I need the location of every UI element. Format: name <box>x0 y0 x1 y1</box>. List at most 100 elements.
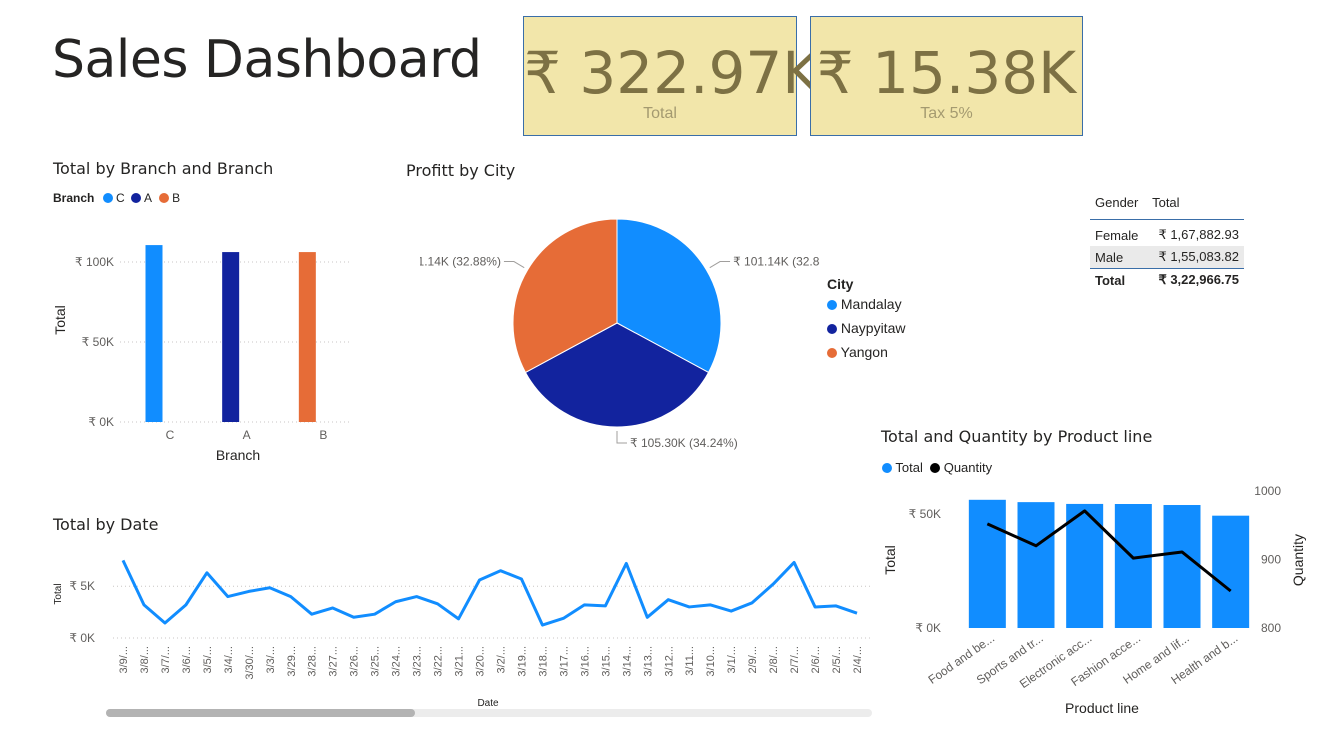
y-tick-label: ₹ 0K <box>915 621 941 635</box>
y-tick-label: ₹ 0K <box>88 415 114 429</box>
x-tick-label: B <box>319 428 327 442</box>
kpi-card-tax[interactable]: ₹ 15.38K Tax 5% <box>810 16 1083 136</box>
city-legend: City Mandalay Naypyitaw Yangon <box>827 276 905 360</box>
x-tick-label: 3/3/... <box>265 646 277 674</box>
legend-item-naypyitaw[interactable]: Naypyitaw <box>827 320 905 336</box>
branch-bar-chart: ₹ 0K ₹ 50K ₹ 100K C A B Branch Total <box>52 245 350 463</box>
x-tick-label: C <box>166 428 175 442</box>
y-axis-label: Total <box>882 545 898 575</box>
x-tick-label: 3/22... <box>433 646 445 677</box>
legend-item-yangon[interactable]: Yangon <box>827 344 905 360</box>
kpi-card-total[interactable]: ₹ 322.97K Total <box>523 16 820 136</box>
branch-chart-title: Total by Branch and Branch <box>53 159 274 178</box>
legend-item-mandalay[interactable]: Mandalay <box>827 296 905 312</box>
legend-dot-icon <box>131 193 142 203</box>
x-tick-label: A <box>243 428 251 442</box>
legend-dot-icon <box>827 300 837 310</box>
legend-item-total[interactable]: Total <box>882 460 923 475</box>
x-tick-label: 3/12... <box>663 646 675 677</box>
x-tick-label: 3/9/... <box>118 646 130 674</box>
kpi-value: ₹ 15.38K <box>816 39 1077 107</box>
total-cell: ₹ 1,55,083.82 <box>1158 249 1239 264</box>
x-tick-label: 3/15... <box>600 646 612 677</box>
y-axis-label: Total <box>52 305 68 335</box>
gender-cell: Male <box>1095 249 1124 265</box>
pie-leader-line <box>616 431 627 444</box>
x-tick-label: 3/2/... <box>495 646 507 674</box>
date-chart-title: Total by Date <box>53 515 159 534</box>
bar <box>1163 505 1201 628</box>
x-tick-label: 3/24... <box>391 646 403 677</box>
legend-dot-icon <box>102 193 113 203</box>
y-right-tick-label: 900 <box>1261 553 1281 567</box>
column-header-total[interactable]: Total <box>1147 192 1244 220</box>
x-tick-label: 2/4/... <box>852 646 864 674</box>
legend-item-quantity[interactable]: Quantity <box>930 460 992 475</box>
branch-legend: Branch C A B <box>53 191 180 205</box>
pie-data-label: ₹ 101.14K (32.88%) <box>420 255 501 269</box>
series-line <box>121 559 858 627</box>
gender-table: Gender Total Female ₹ 1,67,882.93 Male ₹… <box>1090 192 1244 291</box>
date-chart-scrollbar[interactable] <box>106 709 872 717</box>
x-tick-label: 3/29... <box>286 646 298 677</box>
grand-total-value: ₹ 3,22,966.75 <box>1158 272 1239 287</box>
pie-data-label: ₹ 101.14K (32.88%) <box>733 255 820 269</box>
legend-item-c[interactable]: C <box>102 191 125 205</box>
table-row[interactable]: Male ₹ 1,55,083.82 <box>1090 246 1244 269</box>
bar <box>1017 502 1055 628</box>
x-tick-label: 2/5/... <box>831 646 843 674</box>
y-right-axis-label: Quantity <box>1290 534 1306 586</box>
x-tick-label: 3/27... <box>328 646 340 677</box>
y-tick-label: ₹ 50K <box>909 507 941 521</box>
bar <box>298 252 316 422</box>
date-line-chart: ₹ 0K ₹ 5K 3/9/... 3/8/... 3/7/... 3/6/... 3/5/… <box>53 559 872 709</box>
x-tick-label: 3/19... <box>516 646 528 677</box>
bar <box>145 245 163 422</box>
y-axis-label: Total <box>53 583 64 604</box>
total-cell: ₹ 1,67,882.93 <box>1158 227 1239 242</box>
legend-dot-icon <box>158 193 169 203</box>
x-tick-label: 3/8/... <box>139 646 151 674</box>
pie-data-label: ₹ 105.30K (34.24%) <box>630 436 738 450</box>
bar <box>1114 504 1152 628</box>
x-tick-label: 3/10... <box>705 646 717 677</box>
y-tick-label: ₹ 5K <box>69 579 95 593</box>
table-row[interactable]: Female ₹ 1,67,882.93 <box>1090 220 1244 247</box>
branch-legend-title: Branch <box>53 191 95 205</box>
bar <box>968 499 1006 628</box>
product-legend: Total Quantity <box>882 460 992 475</box>
y-tick-label: ₹ 50K <box>82 335 114 349</box>
legend-item-a[interactable]: A <box>131 191 152 205</box>
y-tick-label: ₹ 0K <box>69 631 95 645</box>
x-tick-label: 3/6/... <box>181 646 193 674</box>
legend-dot-icon <box>882 463 892 473</box>
x-tick-label: 3/7/... <box>160 646 172 674</box>
x-tick-label: 3/5/... <box>202 646 214 674</box>
x-axis-label: Product line <box>1065 700 1139 716</box>
x-tick-label: 3/25... <box>370 646 382 677</box>
x-tick-label: 3/17... <box>558 646 570 677</box>
x-tick-label: 3/14... <box>621 646 633 677</box>
page-title: Sales Dashboard <box>52 30 482 90</box>
x-tick-label: 2/6/... <box>810 646 822 674</box>
scrollbar-thumb[interactable] <box>106 709 415 717</box>
x-tick-label: 3/20... <box>475 646 487 677</box>
legend-item-b[interactable]: B <box>158 191 180 205</box>
city-pie-chart: ₹ 101.14K (32.88%) ₹ 105.30K (34.24%) ₹ 10… <box>420 218 820 450</box>
x-tick-label: 3/11... <box>684 646 696 676</box>
legend-dot-icon <box>930 463 941 473</box>
x-axis-label: Branch <box>216 447 260 463</box>
x-tick-label: 3/13... <box>642 646 654 677</box>
kpi-label: Tax 5% <box>920 105 973 122</box>
x-tick-label: 3/18... <box>537 646 549 677</box>
x-tick-label: 3/4/... <box>223 646 235 674</box>
y-tick-label: ₹ 100K <box>75 255 114 269</box>
table-header-row: Gender Total <box>1090 192 1244 220</box>
bar <box>222 252 240 422</box>
x-tick-label: 2/8/... <box>768 646 780 674</box>
x-tick-label: 3/21... <box>454 646 466 677</box>
column-header-gender[interactable]: Gender <box>1090 192 1147 220</box>
legend-dot-icon <box>827 324 837 334</box>
table-total-row: Total ₹ 3,22,966.75 <box>1090 269 1244 292</box>
total-label: Total <box>1095 272 1126 288</box>
